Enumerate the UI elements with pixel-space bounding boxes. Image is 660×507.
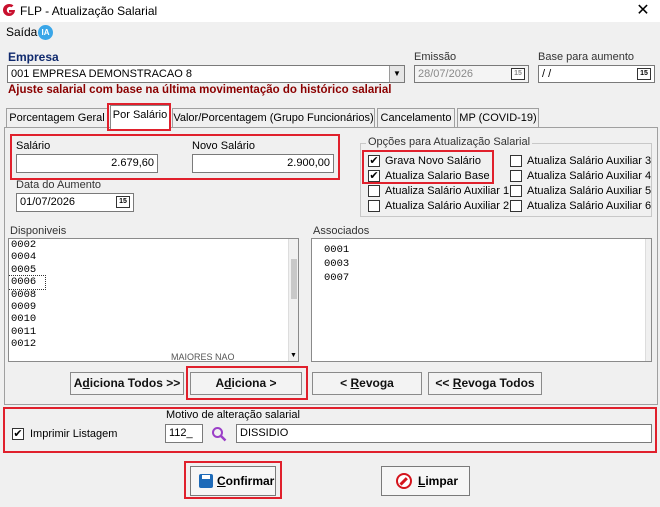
- motivo-description-field[interactable]: DISSIDIO: [236, 424, 652, 443]
- no-entry-icon: [396, 473, 412, 489]
- label-auxiliar-1: Atualiza Salário Auxiliar 1: [385, 185, 510, 197]
- opcoes-title: Opções para Atualização Salarial: [366, 136, 533, 148]
- disponiveis-label: Disponiveis: [10, 225, 67, 237]
- checkbox-auxiliar-4[interactable]: [510, 170, 522, 182]
- list-item[interactable]: 0001: [312, 243, 651, 257]
- base-aumento-label: Base para aumento: [538, 51, 635, 63]
- checkbox-grava-novo-salario[interactable]: ✔: [368, 155, 380, 167]
- emissao-label: Emissão: [414, 51, 457, 63]
- base-aumento-value: / /: [542, 68, 552, 80]
- label-auxiliar-3: Atualiza Salário Auxiliar 3: [527, 155, 652, 167]
- search-icon[interactable]: [211, 426, 227, 442]
- tab-mp-covid[interactable]: MP (COVID-19): [457, 108, 539, 128]
- label-auxiliar-2: Atualiza Salário Auxiliar 2: [385, 200, 510, 212]
- adiciona-button[interactable]: Adiciona >: [190, 372, 302, 395]
- associados-label: Associados: [313, 225, 370, 237]
- salario-label: Salário: [16, 140, 51, 152]
- chevron-down-icon[interactable]: ▼: [290, 352, 297, 359]
- adiciona-todos-button[interactable]: Adiciona Todos >>: [70, 372, 184, 395]
- tab-cancelamento[interactable]: Cancelamento: [377, 108, 455, 128]
- list-item[interactable]: 0010: [9, 313, 298, 325]
- checkbox-auxiliar-1[interactable]: [368, 185, 380, 197]
- base-aumento-field[interactable]: / / 15: [538, 65, 655, 83]
- motivo-title: Motivo de alteração salarial: [166, 409, 300, 421]
- list-item-partial: MAIORES NAO: [171, 352, 235, 362]
- motivo-code-field[interactable]: 112_: [165, 424, 203, 443]
- label-auxiliar-4: Atualiza Salário Auxiliar 4: [527, 170, 652, 182]
- checkbox-imprimir-listagem[interactable]: ✔: [12, 428, 24, 440]
- data-aumento-value: 01/07/2026: [20, 196, 76, 208]
- scrollbar-thumb[interactable]: [291, 259, 297, 299]
- tab-valor-porcentagem-grupo[interactable]: Valor/Porcentagem (Grupo Funcionários): [172, 108, 375, 128]
- list-item[interactable]: 0008: [9, 289, 298, 301]
- checkbox-auxiliar-5[interactable]: [510, 185, 522, 197]
- empresa-select[interactable]: 001 EMPRESA DEMONSTRACAO 8 ▼: [7, 65, 405, 83]
- calendar-icon[interactable]: 15: [116, 196, 130, 208]
- disponiveis-scrollbar[interactable]: ▼: [288, 239, 298, 361]
- checkbox-auxiliar-6[interactable]: [510, 200, 522, 212]
- revoga-todos-button[interactable]: << Revoga Todos: [428, 372, 542, 395]
- close-window-button[interactable]: ✕: [626, 0, 660, 22]
- list-item[interactable]: 0012: [9, 338, 298, 350]
- emissao-field: 28/07/2026 15: [414, 65, 529, 83]
- checkbox-auxiliar-3[interactable]: [510, 155, 522, 167]
- calendar-icon[interactable]: 15: [511, 68, 525, 80]
- revoga-button[interactable]: < Revoga: [312, 372, 422, 395]
- limpar-button[interactable]: Limpar: [381, 466, 470, 496]
- calendar-icon[interactable]: 15: [637, 68, 651, 80]
- tab-por-salario[interactable]: Por Salário: [110, 105, 170, 129]
- list-item[interactable]: 0011: [9, 326, 298, 338]
- label-atualiza-salario-base: Atualiza Salario Base: [385, 170, 490, 182]
- label-auxiliar-6: Atualiza Salário Auxiliar 6: [527, 200, 652, 212]
- menu-item-saida[interactable]: Saída: [6, 25, 37, 39]
- emissao-value: 28/07/2026: [418, 68, 474, 80]
- associados-scrollbar[interactable]: [645, 239, 651, 361]
- novo-salario-field[interactable]: 2.900,00: [192, 154, 334, 173]
- list-item[interactable]: 0004: [9, 251, 298, 263]
- empresa-label: Empresa: [8, 50, 59, 64]
- list-item[interactable]: 0009: [9, 301, 298, 313]
- empresa-select-value: 001 EMPRESA DEMONSTRACAO 8: [11, 68, 192, 80]
- disponiveis-list[interactable]: 0002 0004 0005 0006 0008 0009 0010 0011 …: [8, 238, 299, 362]
- app-logo-icon: [3, 3, 15, 17]
- title-bar: FLP - Atualização Salarial ✕: [0, 0, 660, 22]
- checkbox-atualiza-salario-base[interactable]: ✔: [368, 170, 380, 182]
- tab-porcentagem-geral[interactable]: Porcentagem Geral: [6, 108, 108, 128]
- ia-assistant-icon[interactable]: IA: [38, 25, 53, 40]
- data-aumento-label: Data do Aumento: [16, 179, 102, 191]
- warning-message: Ajuste salarial com base na última movim…: [8, 84, 392, 96]
- list-item[interactable]: 0006: [9, 275, 46, 290]
- label-imprimir-listagem: Imprimir Listagem: [30, 428, 118, 440]
- checkbox-auxiliar-2[interactable]: [368, 200, 380, 212]
- list-item[interactable]: 0002: [9, 239, 298, 251]
- label-grava-novo-salario: Grava Novo Salário: [385, 155, 481, 167]
- list-item[interactable]: 0005: [9, 264, 298, 276]
- novo-salario-label: Novo Salário: [192, 140, 255, 152]
- data-aumento-field[interactable]: 01/07/2026 15: [16, 193, 134, 212]
- save-icon: [199, 474, 213, 488]
- confirmar-button[interactable]: Confirmar: [190, 466, 276, 496]
- list-item[interactable]: 0007: [312, 271, 651, 285]
- footer-bar: [0, 454, 660, 507]
- associados-list[interactable]: 0001 0003 0007: [311, 238, 652, 362]
- window-title: FLP - Atualização Salarial: [20, 4, 158, 18]
- label-auxiliar-5: Atualiza Salário Auxiliar 5: [527, 185, 652, 197]
- chevron-down-icon[interactable]: ▼: [389, 66, 404, 82]
- salario-field[interactable]: 2.679,60: [16, 154, 158, 173]
- list-item[interactable]: 0003: [312, 257, 651, 271]
- menu-bar: Saída IA: [0, 22, 660, 42]
